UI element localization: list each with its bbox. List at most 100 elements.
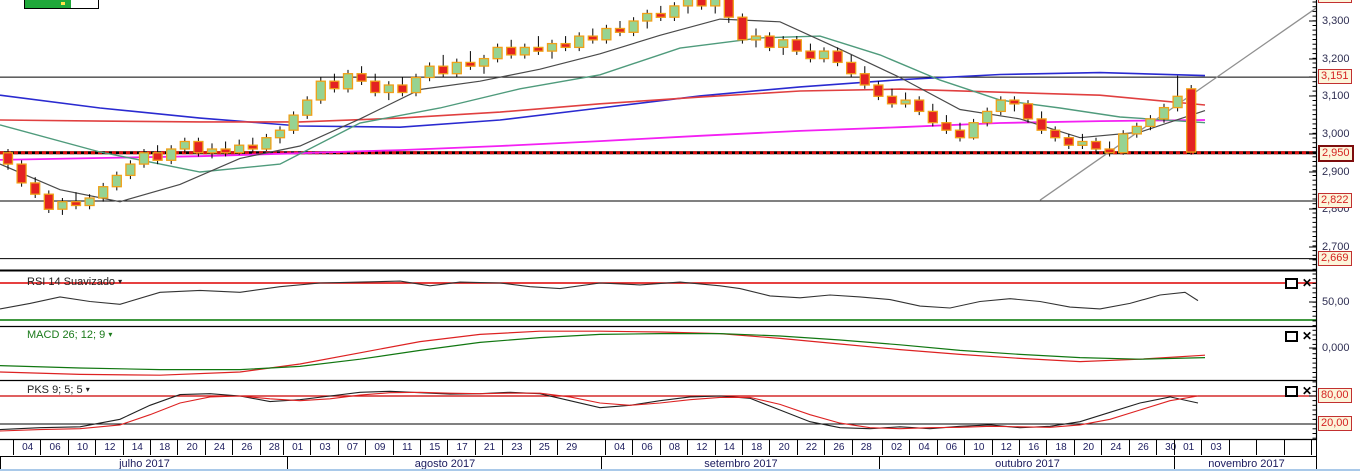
- x-axis-day-cell: 04: [13, 440, 41, 455]
- candle-body: [710, 0, 721, 7]
- dropdown-caret-icon[interactable]: ▾: [86, 385, 90, 394]
- price-level-label: 3,367: [1318, 0, 1352, 3]
- dropdown-caret-icon[interactable]: ▾: [108, 330, 112, 339]
- x-axis-day-cell: [1228, 440, 1257, 455]
- x-axis-day-cell: [1283, 440, 1312, 455]
- macd-indicator-label[interactable]: MACD 26; 12; 9 ▾: [27, 329, 112, 341]
- x-axis-day-cell: 18: [742, 440, 770, 455]
- candle-body: [492, 46, 503, 60]
- x-axis-day-cell: 14: [122, 440, 151, 455]
- price-level-label: 80,00: [1318, 388, 1352, 403]
- panel-close-button[interactable]: ✕: [1302, 277, 1312, 289]
- candle-body: [1063, 137, 1074, 146]
- candle-body: [16, 163, 27, 184]
- axis-tick-label: 3,100: [1322, 90, 1350, 102]
- candle-body: [832, 50, 843, 64]
- candle-body: [873, 84, 884, 97]
- x-axis-day-cell: 12: [991, 440, 1020, 455]
- axis-tick-label: 2,900: [1322, 166, 1350, 178]
- x-axis-day-cell: 28: [851, 440, 880, 455]
- x-axis-day-cell: 06: [632, 440, 660, 455]
- chart-canvas: [0, 0, 1318, 441]
- rsi-line: [0, 280, 1199, 310]
- x-axis: 04 06 10 12 14 18 20 24 26 28 julho 2017 01 03 07 09 11…: [0, 440, 1317, 471]
- pks-d-line: [0, 391, 1199, 432]
- candle-body: [1009, 99, 1020, 105]
- x-axis-day-cell: 20: [177, 440, 205, 455]
- candle-body: [723, 0, 734, 18]
- candle-body: [846, 61, 857, 75]
- candle-body: [1022, 103, 1034, 120]
- x-axis-day-cell: 21: [474, 440, 503, 455]
- rsi-title-text: RSI 14 Suavizado: [27, 276, 116, 288]
- price-level-label: 2,669: [1318, 251, 1352, 266]
- candle-body: [465, 61, 476, 67]
- candle-body: [1118, 133, 1129, 154]
- candle-body: [315, 80, 326, 101]
- axis-tick-label: 3,300: [1322, 15, 1350, 27]
- x-axis-day-cell: 26: [1128, 440, 1157, 455]
- current-price-label: 2,950: [1318, 145, 1354, 162]
- macd-panel: [0, 330, 1206, 376]
- x-axis-day-cell: 04: [909, 440, 937, 455]
- candle-body: [478, 57, 490, 67]
- x-axis-day-cell: 01: [1174, 440, 1202, 455]
- candle-body: [560, 42, 571, 49]
- dropdown-caret-icon[interactable]: ▾: [118, 277, 122, 286]
- candle-body: [737, 16, 748, 41]
- panel-restore-button[interactable]: [1285, 385, 1298, 397]
- x-axis-day-cell: 17: [447, 440, 475, 455]
- candle-body: [329, 80, 340, 90]
- candle-body: [682, 0, 694, 7]
- panel-restore-button[interactable]: [1285, 277, 1298, 289]
- pks-panel: [0, 390, 1316, 432]
- candle-body: [1104, 148, 1115, 154]
- candle-body: [288, 114, 299, 131]
- candle-body: [410, 76, 422, 94]
- candle-body: [451, 61, 462, 75]
- x-axis-day-cell: 22: [796, 440, 825, 455]
- candle-body: [750, 35, 762, 41]
- candle-body: [111, 174, 122, 188]
- x-axis-day-cell: 18: [1046, 440, 1074, 455]
- x-axis-day-cell: 03: [1201, 440, 1229, 455]
- panel-close-button[interactable]: ✕: [1302, 385, 1312, 397]
- candle-body: [2, 152, 14, 165]
- candle-body: [152, 152, 163, 161]
- candle-body: [900, 99, 911, 105]
- price-level-label: 20,00: [1318, 416, 1352, 431]
- macd-title-text: MACD 26; 12; 9: [27, 329, 106, 341]
- axis-tick-label: 50,00: [1322, 296, 1350, 308]
- x-axis-day-cell: 03: [310, 440, 338, 455]
- candle-body: [206, 148, 218, 154]
- pks-indicator-label[interactable]: PKS 9; 5; 5 ▾: [27, 384, 90, 396]
- panel-close-button[interactable]: ✕: [1302, 330, 1312, 342]
- candle-body: [220, 148, 231, 154]
- candle-body: [1090, 140, 1102, 150]
- pks-panel-buttons: ✕: [1285, 385, 1312, 397]
- candle-body: [70, 201, 82, 207]
- x-axis-day-cell: 20: [1073, 440, 1102, 455]
- candle-body: [982, 110, 993, 124]
- candle-body: [696, 0, 707, 7]
- x-axis-day-cell: 25: [529, 440, 558, 455]
- candle-body: [628, 20, 639, 33]
- candle-body: [954, 129, 966, 139]
- x-axis-day-cell: 26: [232, 440, 260, 455]
- rsi-indicator-label[interactable]: RSI 14 Suavizado ▾: [27, 276, 122, 288]
- candle-body: [438, 65, 449, 75]
- candle-body: [669, 5, 680, 18]
- candle-body: [1158, 106, 1170, 120]
- x-axis-day-cell: 24: [204, 440, 233, 455]
- x-axis-day-cell: 24: [1101, 440, 1129, 455]
- x-axis-day-cell: 01: [283, 440, 311, 455]
- candle-body: [302, 99, 313, 116]
- candle-body: [506, 46, 517, 56]
- panel-restore-button[interactable]: [1285, 330, 1298, 342]
- x-axis-day-cell: [1256, 440, 1284, 455]
- candle-body: [30, 182, 41, 195]
- candle-body: [805, 50, 816, 60]
- candle-body: [859, 73, 870, 86]
- candle-body: [995, 99, 1006, 113]
- cut-off-toolbar-chip[interactable]: [24, 0, 99, 9]
